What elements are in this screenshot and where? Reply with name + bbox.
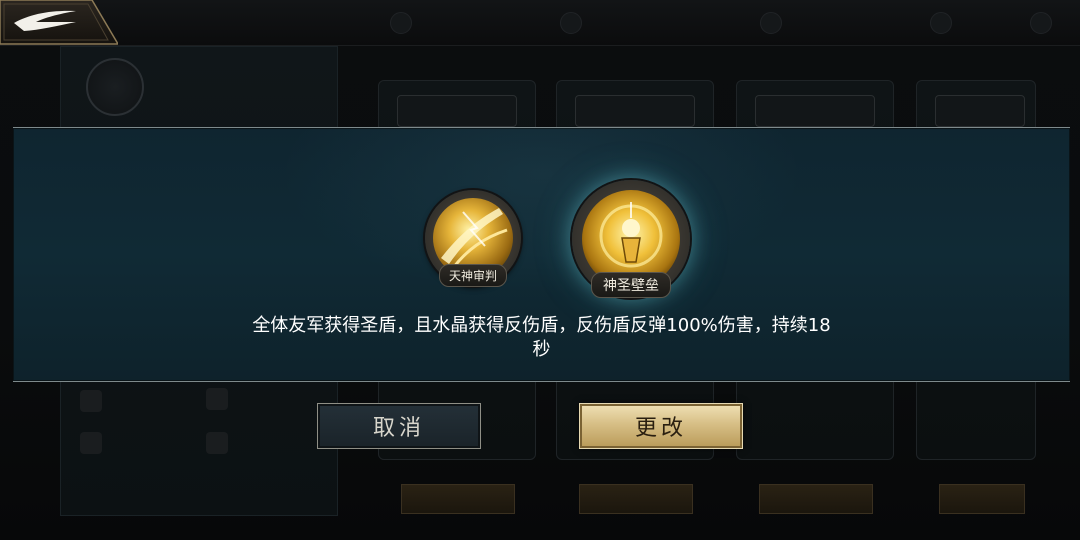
top-bar-icon [930, 12, 952, 34]
back-button[interactable] [0, 0, 118, 46]
top-bar-icon [390, 12, 412, 34]
skill-name-label: 神圣壁垒 [591, 272, 671, 298]
background-top-bar [0, 0, 1080, 46]
skill-option-divine-judgment[interactable]: 天神审判 [410, 190, 536, 287]
description-line: 秒 [532, 339, 551, 360]
background-emblem [86, 58, 144, 116]
top-bar-icon [1030, 12, 1052, 34]
top-bar-icon [760, 12, 782, 34]
background-icon [80, 390, 102, 412]
top-bar-icon [560, 12, 582, 34]
background-icon [80, 432, 102, 454]
skill-name-label: 天神审判 [438, 264, 508, 287]
background-icon [206, 388, 228, 410]
background-icon [206, 432, 228, 454]
skill-option-holy-bulwark[interactable]: 神圣壁垒 [561, 180, 701, 298]
skill-change-dialog: 天神审判 神圣壁垒 全体友军获得圣盾，且水晶获得反伤盾，反伤盾反弹100%伤害，… [13, 127, 1070, 382]
skill-description: 全体友军获得圣盾，且水晶获得反伤盾，反伤盾反弹100%伤害，持续18 秒 [13, 314, 1070, 362]
change-button[interactable]: 更改 [579, 403, 743, 449]
description-line: 全体友军获得圣盾，且水晶获得反伤盾，反伤盾反弹100%伤害，持续18 [252, 315, 831, 336]
back-arrow-icon [0, 0, 118, 45]
cancel-button[interactable]: 取消 [317, 403, 481, 449]
